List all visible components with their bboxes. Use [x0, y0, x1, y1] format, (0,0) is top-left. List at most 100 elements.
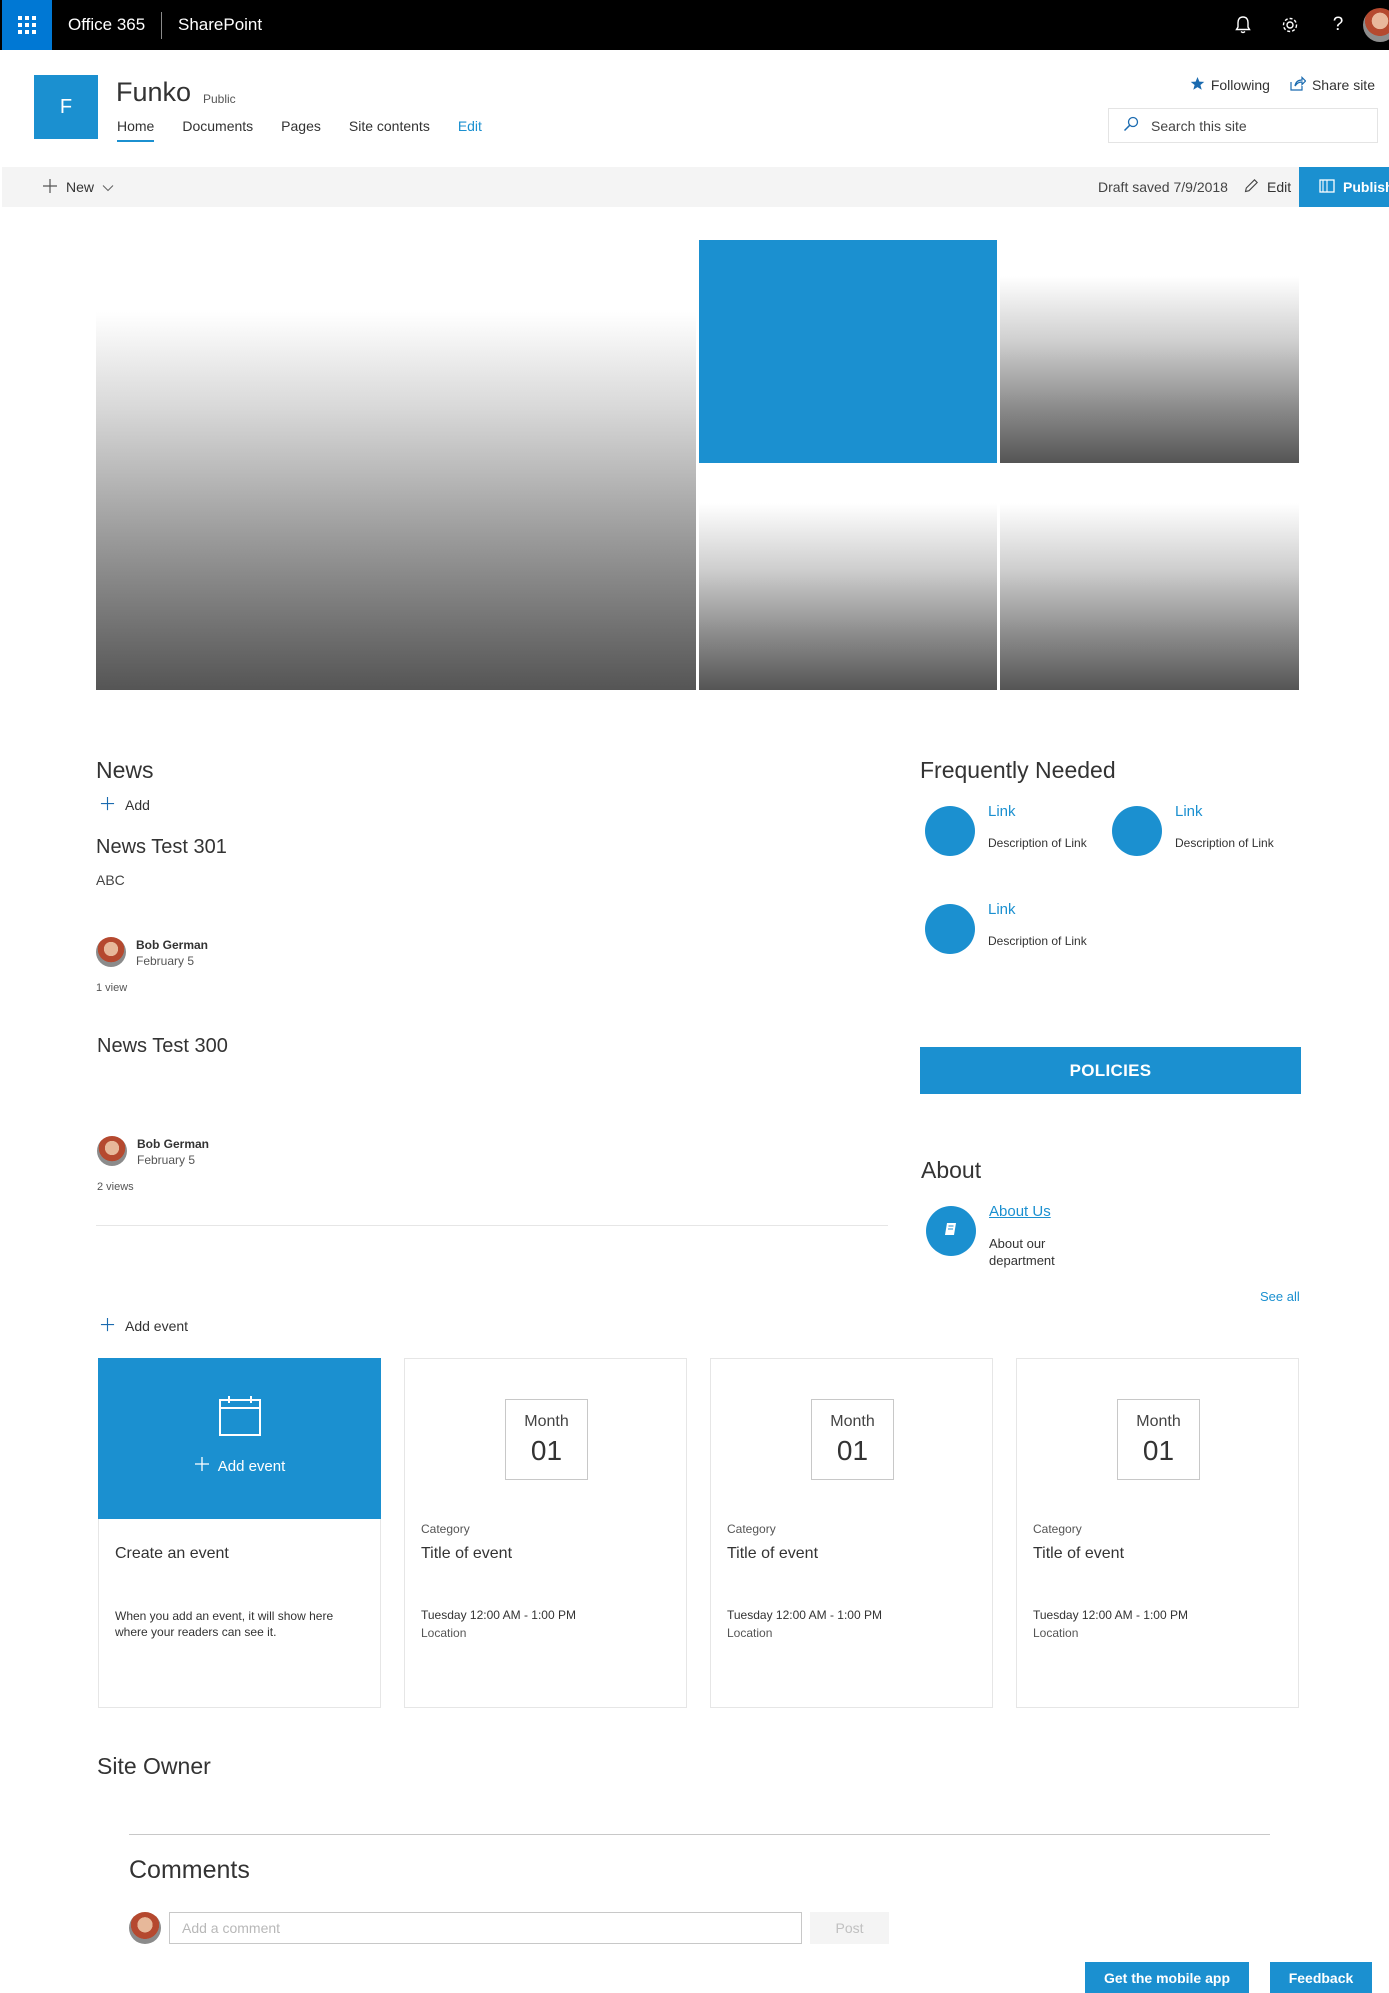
search-icon	[1123, 116, 1139, 135]
event-title[interactable]: Title of event	[727, 1545, 818, 1563]
news-section-title: News	[96, 757, 154, 783]
about-description: About our department	[989, 1236, 1055, 1268]
event-day: 01	[1142, 1435, 1175, 1466]
new-button[interactable]: New	[42, 167, 114, 207]
calendar-icon	[218, 1395, 262, 1442]
event-card[interactable]: Month 01 Category Title of event Tuesday…	[404, 1358, 687, 1708]
event-day: 01	[836, 1435, 869, 1466]
book-icon	[942, 1220, 960, 1243]
hero-tile-top-right[interactable]	[1000, 276, 1299, 463]
create-event-card[interactable]: Add event Create an event When you add a…	[98, 1358, 381, 1708]
user-avatar[interactable]	[1363, 8, 1389, 42]
event-month: Month	[524, 1413, 569, 1430]
create-event-hero[interactable]: Add event	[98, 1358, 381, 1519]
quicklink-title[interactable]: Link	[1175, 803, 1203, 820]
nav-home[interactable]: Home	[117, 118, 155, 142]
share-site-button[interactable]: Share site	[1290, 76, 1375, 94]
plus-icon	[100, 1317, 115, 1335]
gear-icon[interactable]	[1270, 0, 1310, 50]
nav-pages[interactable]: Pages	[281, 118, 321, 142]
edit-button[interactable]: Edit	[1244, 167, 1291, 207]
publish-label: Publish	[1343, 179, 1389, 195]
quicklink-title[interactable]: Link	[988, 803, 1016, 820]
hero-tile-main[interactable]	[96, 312, 696, 690]
suite-app-name[interactable]: Office 365	[68, 0, 145, 50]
suite-divider	[161, 12, 162, 39]
help-icon[interactable]: ?	[1318, 0, 1358, 50]
policies-button[interactable]: POLICIES	[920, 1047, 1301, 1094]
site-title[interactable]: Funko	[116, 77, 191, 108]
quicklink-title[interactable]: Link	[988, 901, 1016, 918]
plus-icon	[42, 178, 58, 197]
event-date-box: Month 01	[1117, 1399, 1200, 1480]
news-date: February 5	[136, 954, 195, 968]
hero-tile-top-middle[interactable]	[699, 240, 997, 463]
create-event-title: Create an event	[115, 1545, 229, 1562]
author-avatar[interactable]	[97, 1136, 127, 1166]
news-views: 1 view	[96, 982, 128, 994]
event-title[interactable]: Title of event	[421, 1545, 512, 1563]
author-name[interactable]: Bob German	[137, 1137, 209, 1151]
site-privacy-label: Public	[203, 92, 236, 106]
about-us-link[interactable]: About Us	[989, 1203, 1051, 1220]
author-name[interactable]: Bob German	[136, 938, 208, 952]
nav-site-contents[interactable]: Site contents	[349, 118, 430, 142]
waffle-icon[interactable]	[2, 0, 52, 50]
event-time: Tuesday 12:00 AM - 1:00 PM	[1033, 1608, 1188, 1622]
event-location: Location	[1033, 1626, 1079, 1640]
quicklink-icon[interactable]	[925, 904, 975, 954]
add-news-button[interactable]: Add	[100, 796, 150, 814]
share-site-label: Share site	[1311, 77, 1375, 93]
add-event-label: Add event	[125, 1318, 189, 1334]
author-avatar[interactable]	[96, 937, 126, 967]
following-button[interactable]: Following	[1190, 76, 1270, 94]
pencil-icon	[1244, 178, 1259, 196]
news-divider	[96, 1225, 888, 1226]
post-comment-button[interactable]: Post	[810, 1912, 889, 1944]
event-month: Month	[830, 1413, 875, 1430]
event-category: Category	[421, 1522, 470, 1536]
nav-edit[interactable]: Edit	[458, 118, 482, 142]
commenter-avatar	[129, 1912, 161, 1944]
create-event-description: When you add an event, it will show here…	[115, 1609, 334, 1639]
hero-tile-bottom-right[interactable]	[1000, 503, 1299, 690]
suite-product-name[interactable]: SharePoint	[178, 0, 262, 50]
quicklink-description: Description of Link	[988, 934, 1087, 948]
quicklinks-section-title: Frequently Needed	[920, 757, 1116, 783]
plus-icon	[100, 796, 115, 814]
site-logo[interactable]: F	[34, 75, 98, 139]
event-location: Location	[727, 1626, 773, 1640]
event-title[interactable]: Title of event	[1033, 1545, 1124, 1563]
star-icon	[1190, 76, 1205, 94]
event-card[interactable]: Month 01 Category Title of event Tuesday…	[1016, 1358, 1299, 1708]
news-item-description: ABC	[96, 872, 125, 888]
news-item-title[interactable]: News Test 301	[96, 836, 227, 859]
quicklink-icon[interactable]	[1112, 806, 1162, 856]
comment-input[interactable]	[169, 1912, 802, 1944]
hero-tile-bottom-middle[interactable]	[699, 503, 997, 690]
create-event-add[interactable]: Add event	[98, 1456, 381, 1476]
feedback-button[interactable]: Feedback	[1270, 1962, 1372, 1993]
event-day: 01	[530, 1435, 563, 1466]
bell-icon[interactable]	[1223, 0, 1263, 50]
get-mobile-app-button[interactable]: Get the mobile app	[1085, 1962, 1249, 1993]
quicklink-icon[interactable]	[925, 806, 975, 856]
plus-icon	[194, 1456, 210, 1476]
site-navigation: Home Documents Pages Site contents Edit	[117, 118, 510, 142]
book-icon	[1319, 178, 1335, 196]
news-item-title[interactable]: News Test 300	[97, 1035, 228, 1058]
event-category: Category	[1033, 1522, 1082, 1536]
publish-button[interactable]: Publish	[1299, 167, 1389, 207]
about-icon[interactable]	[926, 1206, 976, 1256]
following-label: Following	[1210, 77, 1270, 93]
add-event-button[interactable]: Add event	[100, 1317, 188, 1335]
news-date: February 5	[137, 1153, 196, 1167]
new-label: New	[66, 179, 95, 195]
create-event-hero-label: Add event	[217, 1457, 286, 1475]
event-date-box: Month 01	[505, 1399, 588, 1480]
event-card[interactable]: Month 01 Category Title of event Tuesday…	[710, 1358, 993, 1708]
nav-documents[interactable]: Documents	[182, 118, 253, 142]
share-icon	[1290, 76, 1307, 94]
search-box[interactable]: Search this site	[1108, 108, 1378, 143]
see-all-link[interactable]: See all	[1260, 1289, 1300, 1304]
